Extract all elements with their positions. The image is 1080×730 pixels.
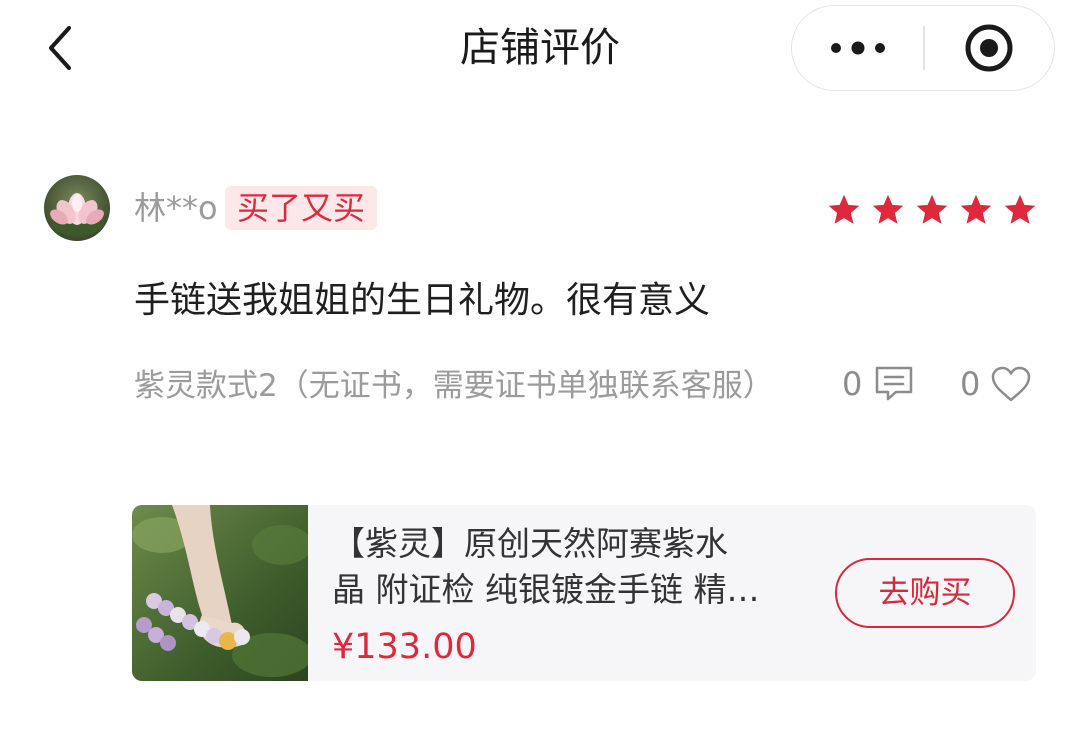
star-icon	[960, 194, 992, 224]
product-image	[132, 505, 308, 681]
repeat-buyer-badge: 买了又买	[225, 186, 378, 230]
purchased-variant: 紫灵款式2（无证书，需要证书单独联系客服）	[134, 368, 774, 404]
star-icon	[1004, 194, 1036, 224]
mini-program-capsule	[791, 5, 1055, 91]
lotus-avatar-image	[44, 175, 110, 241]
more-button[interactable]	[792, 6, 923, 90]
comment-icon	[876, 366, 913, 401]
buy-button[interactable]: 去购买	[835, 558, 1015, 628]
star-icon	[916, 194, 948, 224]
product-card[interactable]: 【紫灵】原创天然阿赛紫水 晶 附证检 纯银镀金手链 精… ¥133.00 去购买	[132, 505, 1036, 681]
heart-icon	[992, 366, 1031, 402]
product-title-line-2: 晶 附证检 纯银镀金手链 精…	[332, 570, 760, 609]
target-circle-icon	[965, 24, 1013, 72]
star-icon	[828, 194, 860, 224]
star-icon	[872, 194, 904, 224]
product-price: ¥133.00	[332, 627, 477, 667]
comment-button[interactable]: 0	[842, 360, 914, 408]
more-dots-icon	[830, 41, 885, 55]
like-count: 0	[960, 365, 981, 403]
close-mini-program-button[interactable]	[925, 6, 1055, 90]
review-content: 手链送我姐姐的生日礼物。很有意义	[134, 280, 711, 321]
avatar[interactable]	[44, 175, 110, 241]
product-title-line-1: 【紫灵】原创天然阿赛紫水	[332, 524, 728, 563]
reviewer-name: 林**o	[134, 189, 218, 227]
comment-count: 0	[842, 365, 863, 403]
like-button[interactable]: 0	[960, 360, 1032, 408]
rating-stars	[826, 192, 1038, 228]
product-title: 【紫灵】原创天然阿赛紫水 晶 附证检 纯银镀金手链 精…	[332, 521, 772, 613]
